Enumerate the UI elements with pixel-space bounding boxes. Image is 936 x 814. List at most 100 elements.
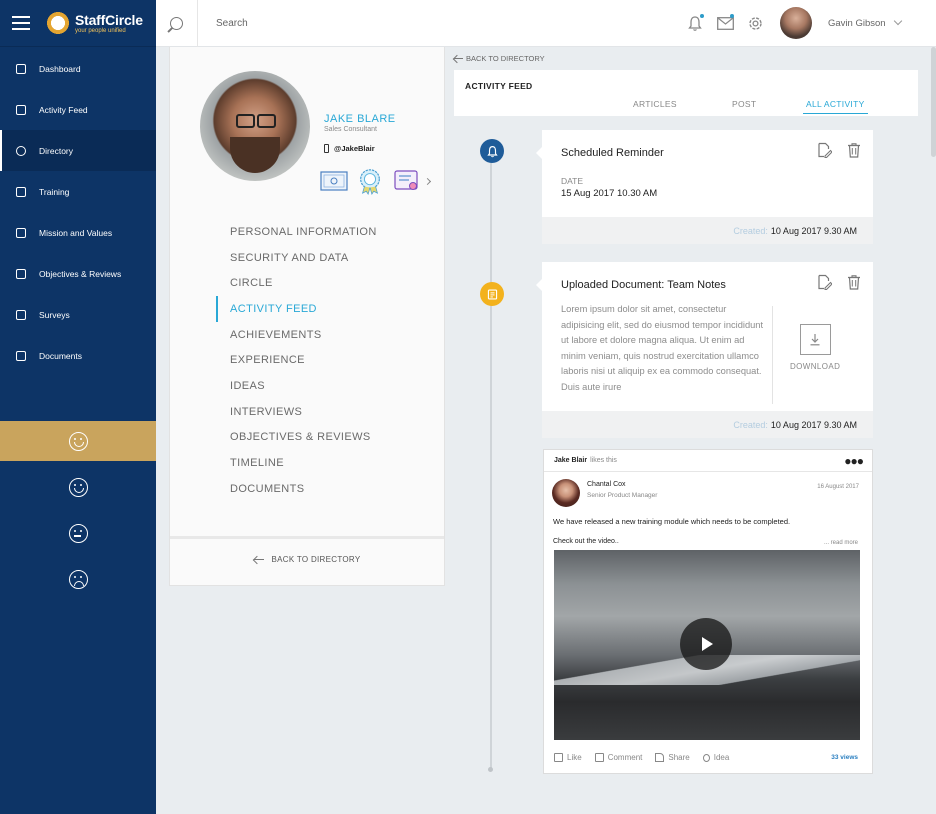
notifications-button[interactable] [686, 14, 704, 32]
lightbulb-icon [702, 753, 710, 762]
back-to-directory-label: BACK TO DIRECTORY [271, 555, 361, 564]
messages-button[interactable] [716, 14, 734, 32]
feed-tabs: ARTICLES POST ALL ACTIVITY [454, 98, 918, 116]
phone-icon [324, 144, 329, 153]
documents-icon [16, 350, 26, 361]
tab-articles[interactable]: ARTICLES [633, 99, 677, 109]
scrollbar[interactable] [931, 47, 936, 157]
chevron-down-icon[interactable] [893, 16, 902, 26]
sidebar-item-documents[interactable]: Documents [0, 335, 156, 376]
hamburger-menu-icon[interactable] [12, 16, 30, 30]
back-to-directory-label: BACK TO DIRECTORY [466, 54, 545, 63]
profile-menu-objectives-reviews[interactable]: OBJECTIVES & REVIEWS [216, 425, 377, 451]
search-button[interactable] [156, 0, 198, 47]
idea-button[interactable]: Idea [702, 753, 730, 762]
tab-post[interactable]: POST [732, 99, 756, 109]
profile-menu-achievements[interactable]: ACHIEVEMENTS [216, 322, 377, 348]
sidebar-item-dashboard[interactable]: Dashboard [0, 48, 156, 89]
video-player[interactable] [554, 550, 860, 740]
trash-icon[interactable] [846, 274, 862, 290]
sidebar-item-activity-feed[interactable]: Activity Feed [0, 89, 156, 130]
sidebar-item-training[interactable]: Training [0, 171, 156, 212]
certificate-badge-icon[interactable] [320, 168, 348, 194]
directory-icon [16, 145, 26, 156]
tab-all-activity[interactable]: ALL ACTIVITY [803, 99, 868, 114]
neutral-face-icon [68, 523, 88, 543]
search-input[interactable] [216, 17, 656, 29]
profile-menu-activity-feed[interactable]: ACTIVITY FEED [216, 296, 377, 322]
author-name[interactable]: Chantal Cox [587, 481, 626, 488]
edit-icon[interactable] [816, 142, 832, 158]
arrow-left-icon [454, 58, 463, 59]
user-avatar[interactable] [780, 7, 812, 39]
views-count: 33 views [831, 754, 858, 761]
play-icon[interactable] [680, 618, 732, 670]
user-name[interactable]: Gavin Gibson [828, 18, 886, 29]
like-button[interactable]: Like [554, 753, 582, 762]
arrow-left-icon [253, 559, 264, 560]
profile-photo [200, 71, 310, 181]
post-text-secondary: Check out the video.. [553, 538, 619, 545]
profile-handle: @JakeBlair [324, 144, 375, 153]
likes-text: likes this [590, 457, 617, 464]
sidebar-item-label: Directory [39, 145, 74, 156]
award-ribbon-badge-icon[interactable] [356, 168, 384, 195]
trash-icon[interactable] [846, 142, 862, 158]
idea-label: Idea [713, 753, 730, 762]
profile-menu-personal-information[interactable]: PERSONAL INFORMATION [216, 219, 377, 245]
mood-sad-button[interactable] [0, 559, 156, 599]
share-button[interactable]: Share [655, 753, 690, 762]
logo-name: StaffCircle [75, 11, 143, 28]
profile-role: Sales Consultant [324, 126, 377, 133]
gear-icon [748, 16, 762, 30]
mood-neutral-button[interactable] [0, 513, 156, 553]
message-dot [730, 14, 734, 18]
sidebar-item-label: Objectives & Reviews [39, 268, 122, 279]
profile-menu-experience[interactable]: EXPERIENCE [216, 347, 377, 373]
edit-icon[interactable] [816, 274, 832, 290]
sidebar-item-objectives-reviews[interactable]: Objectives & Reviews [0, 253, 156, 294]
divider [772, 306, 773, 404]
mood-very-happy-button[interactable] [0, 421, 156, 461]
mood-happy-button[interactable] [0, 467, 156, 507]
reminder-date-label: DATE [561, 176, 584, 186]
logo[interactable]: StaffCircle your people unified [44, 9, 143, 37]
post-text: We have released a new training module w… [553, 517, 791, 526]
sidebar-item-surveys[interactable]: Surveys [0, 294, 156, 335]
download-button[interactable]: DOWNLOAD [790, 324, 840, 371]
download-icon [810, 334, 820, 346]
document-card: Uploaded Document: Team Notes Lorem ipsu… [536, 262, 873, 438]
comment-button[interactable]: Comment [594, 753, 642, 762]
feed-header: ACTIVITY FEED ARTICLES POST ALL ACTIVITY [454, 70, 918, 116]
notification-dot [700, 14, 704, 18]
profile-menu-security-and-data[interactable]: SECURITY AND DATA [216, 245, 377, 271]
sidebar-item-mission-and-values[interactable]: Mission and Values [0, 212, 156, 253]
reminder-title: Scheduled Reminder [561, 147, 664, 159]
created-label: Created: [733, 419, 768, 430]
training-icon [16, 186, 26, 197]
post-actions: Like Comment Share Idea [554, 753, 742, 762]
objectives-icon [16, 268, 26, 279]
profile-menu-circle[interactable]: CIRCLE [216, 270, 377, 296]
profile-menu-documents[interactable]: DOCUMENTS [216, 476, 377, 502]
profile-menu-timeline[interactable]: TIMELINE [216, 450, 377, 476]
timeline-end-dot [488, 767, 493, 772]
chevron-right-icon[interactable] [423, 177, 432, 185]
profile-menu-interviews[interactable]: INTERVIEWS [216, 399, 377, 425]
more-options-icon[interactable]: ●●● [844, 454, 864, 468]
sad-face-icon [68, 569, 88, 589]
profile-card: JAKE BLARE Sales Consultant @JakeBlair P… [169, 47, 445, 586]
liker-name[interactable]: Jake Blair [554, 457, 587, 464]
profile-menu-ideas[interactable]: IDEAS [216, 373, 377, 399]
surveys-icon [16, 309, 26, 320]
read-more-link[interactable]: ... read more [824, 540, 858, 546]
settings-button[interactable] [746, 14, 764, 32]
sidebar-item-directory[interactable]: Directory [0, 130, 156, 171]
back-to-directory-top-link[interactable]: BACK TO DIRECTORY [454, 54, 545, 63]
document-card-footer: Created: 10 Aug 2017 9.30 AM [542, 411, 873, 438]
diploma-badge-icon[interactable] [392, 168, 420, 194]
author-avatar[interactable] [552, 479, 580, 507]
post-liked-bar: Jake Blair likes this [544, 450, 872, 472]
back-to-directory-link[interactable]: BACK TO DIRECTORY [170, 555, 444, 564]
mission-icon [16, 227, 26, 238]
